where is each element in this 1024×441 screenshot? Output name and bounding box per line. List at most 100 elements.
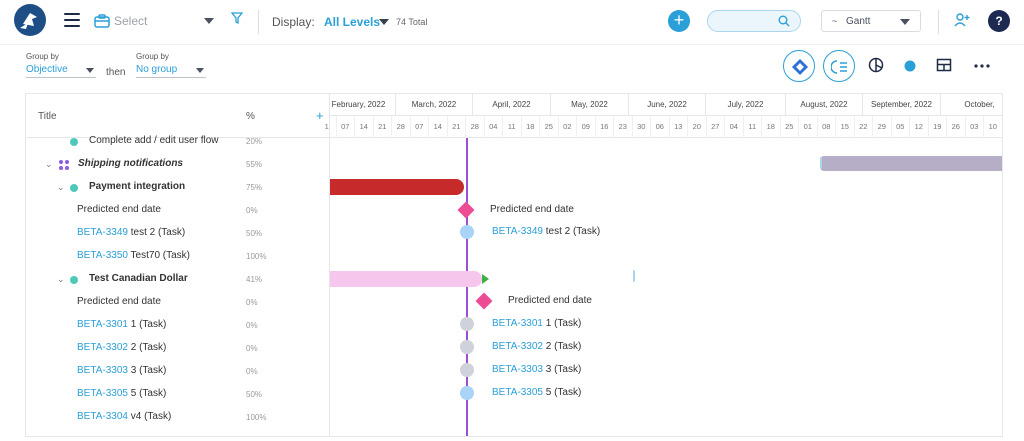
help-button[interactable]: ? (988, 10, 1010, 32)
table-row[interactable]: BETA-3303 3 (Task) 0% (26, 361, 330, 384)
add-item-button[interactable]: + (668, 10, 690, 32)
group-by-label: Group by (136, 52, 169, 61)
issue-key-link[interactable]: BETA-3301 (492, 318, 543, 329)
table-row[interactable]: ⌄ Shipping notifications 55% (26, 154, 330, 177)
task-label: BETA-3303 3 (Task) (492, 364, 582, 375)
select-placeholder: Select (114, 14, 148, 28)
issue-key-link[interactable]: BETA-3349 (77, 227, 128, 238)
chevron-down-icon[interactable]: ⌄ (57, 182, 65, 193)
color-dot-icon[interactable] (904, 60, 916, 72)
add-user-icon[interactable] (954, 12, 970, 28)
drag-handle[interactable] (633, 270, 635, 282)
issue-key-link[interactable]: BETA-3305 (492, 387, 543, 398)
status-dot-icon (70, 184, 78, 192)
day-label: 11 (744, 116, 762, 138)
gantt-bar-payment-integration[interactable] (330, 179, 464, 195)
title-column-header[interactable]: Title (38, 111, 57, 122)
table-row[interactable]: BETA-3301 1 (Task) 0% (26, 315, 330, 338)
task-marker[interactable] (460, 340, 474, 354)
dependencies-button[interactable] (823, 50, 855, 82)
pie-chart-icon[interactable] (868, 57, 884, 73)
view-mode-label: Gantt (846, 16, 871, 27)
issue-key-link[interactable]: BETA-3305 (77, 388, 128, 399)
table-row[interactable]: BETA-3350 Test70 (Task) 100% (26, 246, 330, 269)
row-percent: 55% (246, 160, 263, 169)
chevron-down-icon (196, 68, 204, 73)
layout-icon[interactable] (936, 57, 952, 73)
issue-key-link[interactable]: BETA-3302 (492, 341, 543, 352)
view-mode-select[interactable]: ~ Gantt (821, 10, 921, 32)
chevron-down-icon[interactable]: ⌄ (45, 159, 53, 170)
table-row[interactable]: ⌄ Test Canadian Dollar 41% (26, 269, 330, 292)
search-input[interactable] (707, 10, 801, 32)
task-marker[interactable] (460, 225, 474, 239)
task-marker[interactable] (460, 386, 474, 400)
issue-key-link[interactable]: BETA-3303 (77, 365, 128, 376)
drag-handle[interactable] (820, 157, 822, 169)
gantt-icon: ~ (832, 16, 838, 26)
group-by-value: Objective (26, 64, 68, 75)
search-icon (778, 15, 790, 27)
day-label: 07 (411, 116, 429, 138)
day-label: 27 (707, 116, 725, 138)
day-label: 03 (966, 116, 984, 138)
table-row[interactable]: ⌄ Payment integration 75% (26, 177, 330, 200)
table-row[interactable]: BETA-3302 2 (Task) 0% (26, 338, 330, 361)
divider (938, 10, 939, 34)
chevron-down-icon (86, 68, 94, 73)
task-marker[interactable] (460, 363, 474, 377)
task-marker[interactable] (460, 317, 474, 331)
table-row[interactable]: Predicted end date 0% (26, 292, 330, 315)
app-logo[interactable] (14, 4, 46, 36)
day-label: 19 (929, 116, 947, 138)
day-label: 10 (984, 116, 1002, 138)
task-label: BETA-3305 5 (Task) (492, 387, 582, 398)
row-title: Test Canadian Dollar (89, 273, 188, 284)
day-label: 15 (836, 116, 855, 138)
gantt-bar-shipping-notifications[interactable] (820, 156, 1002, 171)
day-header: 1 07 14 21 28 07 14 21 28 04 11 18 25 02 09 16 23 30 06 13 2… (325, 116, 1002, 138)
table-row[interactable]: BETA-3304 v4 (Task) 100% (26, 407, 330, 430)
jira-sync-button[interactable] (783, 50, 815, 82)
more-options-icon[interactable] (974, 64, 990, 68)
issue-key-link[interactable]: BETA-3302 (77, 342, 128, 353)
table-row[interactable]: Predicted end date 0% (26, 200, 330, 223)
milestone-label: Predicted end date (508, 295, 592, 306)
issue-key-link[interactable]: BETA-3349 (492, 226, 543, 237)
milestone-predicted-end[interactable] (475, 292, 493, 310)
milestone-predicted-end[interactable] (457, 201, 475, 219)
table-row[interactable]: BETA-3305 5 (Task) 50% (26, 384, 330, 407)
issue-key-link[interactable]: BETA-3304 (77, 411, 128, 422)
row-title: BETA-3301 1 (Task) (77, 319, 167, 330)
gantt-bar-test-canadian-dollar[interactable] (330, 271, 482, 287)
day-label: 26 (947, 116, 966, 138)
month-label: May, 2022 (551, 94, 629, 116)
timeline: February, 2022 March, 2022 April, 2022 May,… (325, 94, 1002, 436)
group-by-select-1[interactable]: Objective (26, 64, 96, 78)
chevron-down-icon[interactable] (379, 19, 389, 25)
month-label: April, 2022 (473, 94, 551, 116)
workspace-select[interactable]: Select (94, 10, 218, 34)
row-percent: 100% (246, 413, 267, 422)
day-label: 12 (910, 116, 929, 138)
issue-key-link[interactable]: BETA-3350 (77, 250, 128, 261)
then-label: then (106, 67, 126, 78)
display-level-select[interactable]: All Levels (324, 15, 380, 29)
menu-icon[interactable] (64, 13, 80, 27)
issue-key-link[interactable]: BETA-3301 (77, 319, 128, 330)
table-row[interactable]: Complete add / edit user flow 20% (26, 131, 330, 154)
issue-key-link[interactable]: BETA-3303 (492, 364, 543, 375)
filter-icon[interactable] (231, 12, 243, 24)
month-label: June, 2022 (629, 94, 706, 116)
day-label: 04 (485, 116, 503, 138)
table-row[interactable]: BETA-3349 test 2 (Task) 50% (26, 223, 330, 246)
row-percent: 0% (246, 344, 258, 353)
group-by-select-2[interactable]: No group (136, 64, 206, 78)
percent-column-header[interactable]: % (246, 111, 255, 122)
row-title: BETA-3305 5 (Task) (77, 388, 167, 399)
chevron-down-icon[interactable]: ⌄ (57, 274, 65, 285)
group-by-1: Group by Objective (26, 52, 96, 78)
row-title: Predicted end date (77, 204, 161, 215)
status-dot-icon (70, 276, 78, 284)
day-label: 04 (725, 116, 744, 138)
